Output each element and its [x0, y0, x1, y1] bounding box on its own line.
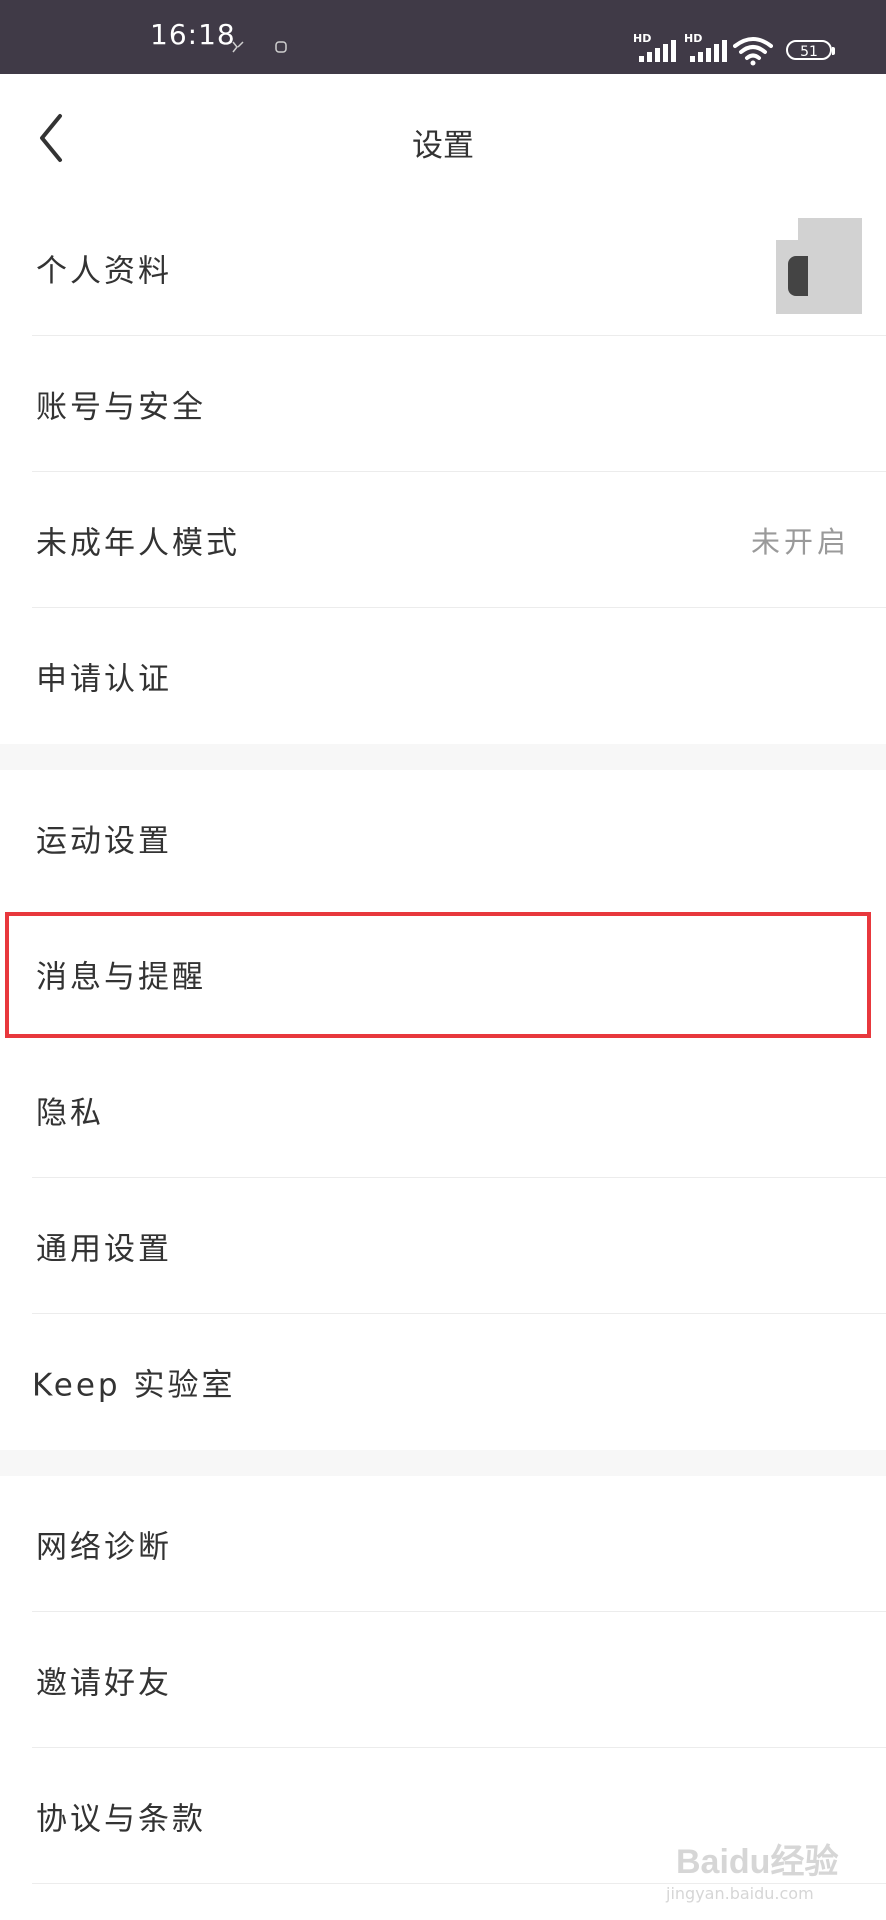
- settings-item-minor-mode[interactable]: 未成年人模式 未开启: [0, 472, 886, 608]
- section-gap: [0, 1450, 886, 1476]
- notification-icon: [232, 41, 244, 53]
- settings-item-label: 运动设置: [36, 823, 172, 860]
- settings-item-label: 通用设置: [36, 1231, 172, 1268]
- settings-item-general[interactable]: 通用设置: [0, 1178, 886, 1314]
- settings-item-label: 协议与条款: [36, 1801, 206, 1838]
- hd-signal-icon: HD: [684, 32, 727, 62]
- settings-item-network-diagnosis[interactable]: 网络诊断: [0, 1476, 886, 1612]
- settings-item-label: 消息与提醒: [36, 959, 206, 996]
- settings-item-keep-lab[interactable]: Keep 实验室: [0, 1314, 886, 1450]
- battery-level: 51: [800, 44, 818, 60]
- settings-item-label: 邀请好友: [36, 1665, 172, 1702]
- watermark-url: jingyan.baidu.com: [666, 1884, 814, 1903]
- settings-item-value: 未开启: [750, 525, 850, 559]
- hd-signal-icon: HD: [633, 32, 676, 62]
- status-bar: 16:18 HD HD 51: [0, 0, 886, 74]
- watermark: Baidu经验 jingyan.baidu.com: [666, 1830, 876, 1910]
- settings-item-label: 未成年人模式: [36, 525, 240, 562]
- settings-item-messages-reminders[interactable]: 消息与提醒: [0, 906, 886, 1042]
- wifi-icon: [733, 37, 773, 66]
- settings-item-sport-settings[interactable]: 运动设置: [0, 770, 886, 906]
- status-time: 16:18: [150, 18, 236, 51]
- alarm-icon: [275, 41, 287, 53]
- settings-item-privacy[interactable]: 隐私: [0, 1042, 886, 1178]
- settings-item-label: 申请认证: [36, 661, 172, 698]
- settings-item-label: 个人资料: [36, 253, 172, 290]
- settings-item-label: 网络诊断: [36, 1529, 172, 1566]
- settings-item-invite-friends[interactable]: 邀请好友: [0, 1612, 886, 1748]
- avatar: [776, 218, 862, 314]
- settings-item-account-security[interactable]: 账号与安全: [0, 336, 886, 472]
- watermark-logo: Baidu经验: [676, 1843, 839, 1881]
- page-title: 设置: [412, 128, 474, 164]
- settings-item-verification[interactable]: 申请认证: [0, 608, 886, 744]
- section-gap: [0, 744, 886, 770]
- header: 设置: [0, 74, 886, 200]
- settings-item-profile[interactable]: 个人资料: [0, 200, 886, 336]
- battery-icon: 51: [786, 40, 835, 60]
- settings-item-label: Keep 实验室: [32, 1367, 236, 1404]
- settings-item-label: 隐私: [36, 1095, 104, 1132]
- settings-item-label: 账号与安全: [36, 389, 206, 426]
